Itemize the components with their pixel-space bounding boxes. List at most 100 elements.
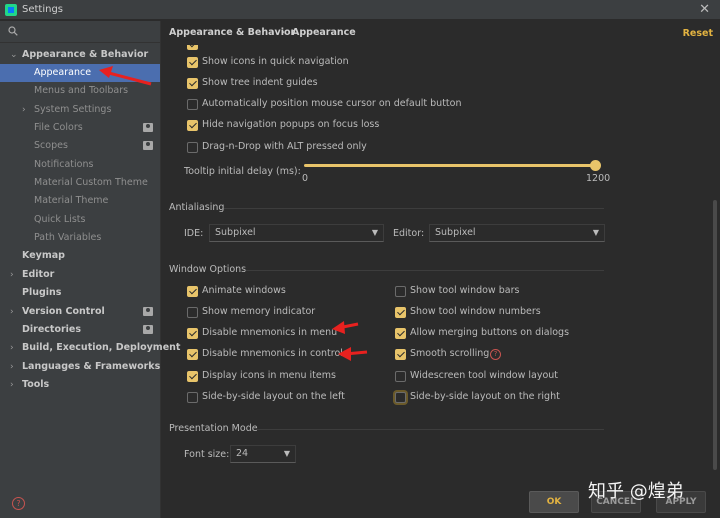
tooltip-delay-label: Tooltip initial delay (ms):: [184, 166, 301, 177]
auto-mouse-label: Automatically position mouse cursor on d…: [202, 98, 462, 109]
section-divider: [246, 270, 604, 271]
sidebar-item-material-theme[interactable]: Material Theme: [0, 192, 160, 210]
side-right-label: Side-by-side layout on the right: [410, 391, 560, 402]
tree-indent-label: Show tree indent guides: [202, 77, 318, 88]
menu-icons-label: Display icons in menu items: [202, 370, 336, 381]
chevron-down-icon: ▼: [592, 228, 599, 237]
content-scrollbar[interactable]: [713, 200, 717, 470]
dnd-alt-checkbox[interactable]: [187, 142, 198, 153]
memory-indicator-checkbox[interactable]: [187, 307, 198, 318]
sidebar-item-label: Version Control: [22, 306, 105, 317]
title-bar: Settings ✕: [0, 0, 720, 20]
merge-buttons-label: Allow merging buttons on dialogs: [410, 327, 570, 338]
editor-aa-select[interactable]: Subpixel ▼: [429, 224, 605, 242]
breadcrumb-separator: ›: [281, 27, 285, 38]
smooth-scrolling-checkbox[interactable]: [395, 349, 406, 360]
sidebar-item-languages[interactable]: › Languages & Frameworks: [0, 358, 160, 376]
breadcrumb-parent: Appearance & Behavior: [169, 27, 296, 38]
sidebar-item-label: Tools: [22, 379, 50, 390]
sidebar-item-label: Editor: [22, 269, 55, 280]
sidebar-item-notifications[interactable]: Notifications: [0, 156, 160, 174]
sidebar-item-build[interactable]: › Build, Execution, Deployment: [0, 339, 180, 357]
tooltip-delay-max: 1200: [586, 173, 611, 184]
sidebar-item-file-colors[interactable]: File Colors: [0, 119, 160, 137]
quick-nav-icons-checkbox[interactable]: [187, 57, 198, 68]
sidebar-item-label: Scopes: [34, 140, 68, 151]
chevron-down-icon: ▼: [283, 449, 290, 458]
annotation-arrow: [332, 321, 359, 334]
chevron-right-icon: ›: [10, 343, 14, 353]
side-left-checkbox[interactable]: [187, 392, 198, 403]
dnd-alt-label: Drag-n-Drop with ALT pressed only: [202, 141, 367, 152]
widescreen-layout-checkbox[interactable]: [395, 371, 406, 382]
sidebar-item-material-custom-theme[interactable]: Material Custom Theme: [0, 174, 160, 192]
chevron-right-icon: ›: [10, 362, 14, 372]
sidebar-item-editor[interactable]: › Editor: [0, 266, 160, 284]
sidebar-item-label: File Colors: [34, 122, 83, 133]
font-size-select[interactable]: 24 ▼: [230, 445, 296, 463]
project-level-icon: [143, 141, 153, 150]
editor-aa-value: Subpixel: [435, 227, 476, 238]
window-options-title: Window Options: [169, 264, 247, 275]
chevron-down-icon: ▼: [371, 228, 378, 237]
widescreen-layout-label: Widescreen tool window layout: [410, 370, 559, 381]
menu-icons-checkbox[interactable]: [187, 371, 198, 382]
tool-window-bars-label: Show tool window bars: [410, 285, 520, 296]
search-icon: [8, 26, 18, 36]
ide-aa-select[interactable]: Subpixel ▼: [209, 224, 384, 242]
tool-window-numbers-label: Show tool window numbers: [410, 306, 541, 317]
tooltip-delay-min: 0: [302, 173, 309, 184]
mnemonics-controls-checkbox[interactable]: [187, 349, 198, 360]
annotation-arrow: [99, 66, 152, 86]
reset-link[interactable]: Reset: [683, 28, 713, 39]
project-level-icon: [143, 123, 153, 132]
mnemonics-controls-label: Disable mnemonics in controls: [202, 348, 348, 359]
auto-mouse-checkbox[interactable]: [187, 99, 198, 110]
sidebar-item-version-control[interactable]: › Version Control: [0, 303, 160, 321]
chevron-right-icon: ›: [10, 270, 14, 280]
watermark-text: 知乎 @煌弟: [588, 481, 684, 502]
sidebar-item-directories[interactable]: Directories: [0, 321, 160, 339]
sidebar-item-label: Languages & Frameworks: [22, 361, 161, 372]
sidebar-search-input[interactable]: [0, 21, 160, 43]
sidebar-item-quick-lists[interactable]: Quick Lists: [0, 211, 160, 229]
project-level-icon: [143, 307, 153, 316]
hidden-row-checkbox[interactable]: [187, 45, 198, 50]
editor-aa-label: Editor:: [393, 228, 425, 239]
sidebar-item-tools[interactable]: › Tools: [0, 376, 160, 394]
animate-windows-label: Animate windows: [202, 285, 286, 296]
chevron-right-icon: ›: [10, 307, 14, 317]
side-right-checkbox[interactable]: [395, 392, 406, 403]
mnemonics-menu-checkbox[interactable]: [187, 328, 198, 339]
project-level-icon: [143, 325, 153, 334]
sidebar-item-keymap[interactable]: Keymap: [0, 247, 160, 265]
tool-window-numbers-checkbox[interactable]: [395, 307, 406, 318]
animate-windows-checkbox[interactable]: [187, 286, 198, 297]
help-icon[interactable]: ?: [12, 497, 25, 510]
sidebar-item-system-settings[interactable]: › System Settings: [0, 101, 160, 119]
sidebar-item-label: Path Variables: [34, 232, 102, 243]
sidebar-item-label: Quick Lists: [34, 214, 86, 225]
merge-buttons-checkbox[interactable]: [395, 328, 406, 339]
sidebar-item-label: Keymap: [22, 250, 65, 261]
font-size-label: Font size:: [184, 449, 230, 460]
sidebar-item-path-variables[interactable]: Path Variables: [0, 229, 160, 247]
tool-window-bars-checkbox[interactable]: [395, 286, 406, 297]
tooltip-delay-slider[interactable]: [304, 164, 595, 167]
close-icon[interactable]: ✕: [699, 2, 710, 17]
sidebar-item-label: Notifications: [34, 159, 94, 170]
breadcrumb: Appearance & Behavior › Appearance Reset: [162, 21, 720, 45]
hide-popups-checkbox[interactable]: [187, 120, 198, 131]
help-icon[interactable]: ?: [490, 349, 501, 360]
settings-sidebar: ⌄ Appearance & Behavior Appearance Menus…: [0, 21, 180, 518]
sidebar-item-label: Directories: [22, 324, 82, 335]
tooltip-delay-slider-knob[interactable]: [590, 160, 601, 171]
sidebar-item-scopes[interactable]: Scopes: [0, 137, 160, 155]
tree-indent-checkbox[interactable]: [187, 78, 198, 89]
antialiasing-title: Antialiasing: [169, 202, 225, 213]
app-icon: [5, 4, 17, 16]
mnemonics-menu-label: Disable mnemonics in menu: [202, 327, 338, 338]
ok-button[interactable]: OK: [529, 491, 579, 513]
sidebar-item-plugins[interactable]: Plugins: [0, 284, 160, 302]
chevron-right-icon: ›: [10, 380, 14, 390]
